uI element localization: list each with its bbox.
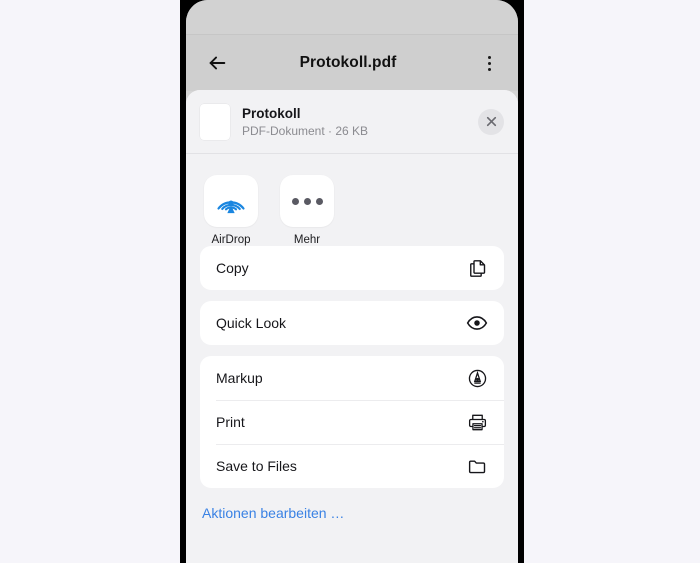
more-dots-icon <box>291 197 323 205</box>
action-row-markup[interactable]: Markup <box>200 356 504 400</box>
folder-icon <box>466 455 488 477</box>
action-row-save-to-files[interactable]: Save to Files <box>200 444 504 488</box>
edit-actions-link[interactable]: Aktionen bearbeiten … <box>186 499 518 521</box>
action-group: Copy <box>200 246 504 290</box>
airdrop-icon <box>217 200 245 214</box>
close-icon[interactable] <box>478 108 504 135</box>
more-tile[interactable] <box>280 175 334 227</box>
pdf-thumbnail-icon <box>200 103 230 140</box>
action-label: Save to Files <box>216 458 297 474</box>
action-label: Markup <box>216 370 263 386</box>
copy-icon <box>466 257 488 279</box>
share-sheet: Protokoll PDF-Dokument · 26 KB AirDrop M… <box>186 90 518 563</box>
overflow-menu-icon[interactable] <box>466 40 512 86</box>
action-row-print[interactable]: Print <box>200 400 504 444</box>
status-bar <box>186 0 518 34</box>
share-target-more[interactable]: Mehr <box>278 175 336 246</box>
markup-pen-icon <box>466 367 488 389</box>
action-row-copy[interactable]: Copy <box>200 246 504 290</box>
action-row-quick-look[interactable]: Quick Look <box>200 301 504 345</box>
file-meta: PDF-Dokument · 26 KB <box>242 123 369 138</box>
action-label: Copy <box>216 260 249 276</box>
action-label: Print <box>216 414 245 430</box>
device-screen: Protokoll.pdf Protokoll PDF-Dokument · 2… <box>186 0 518 563</box>
action-group: Quick Look <box>200 301 504 345</box>
printer-icon <box>466 411 488 433</box>
file-header: Protokoll PDF-Dokument · 26 KB <box>186 90 518 154</box>
airdrop-tile[interactable] <box>204 175 258 227</box>
eye-icon <box>466 312 488 334</box>
share-target-label: Mehr <box>293 234 321 246</box>
share-target-label: AirDrop <box>211 234 251 246</box>
action-group: Markup Print Save to Files <box>200 356 504 488</box>
share-target-airdrop[interactable]: AirDrop <box>202 175 260 246</box>
file-name: Protokoll <box>242 105 301 121</box>
page-title: Protokoll.pdf <box>299 54 397 71</box>
navigation-bar: Protokoll.pdf <box>186 34 518 91</box>
action-label: Quick Look <box>216 315 287 331</box>
file-info: Protokoll PDF-Dokument · 26 KB <box>242 105 478 139</box>
share-targets-row: AirDrop Mehr <box>186 154 518 246</box>
device-frame: Protokoll.pdf Protokoll PDF-Dokument · 2… <box>180 0 524 563</box>
